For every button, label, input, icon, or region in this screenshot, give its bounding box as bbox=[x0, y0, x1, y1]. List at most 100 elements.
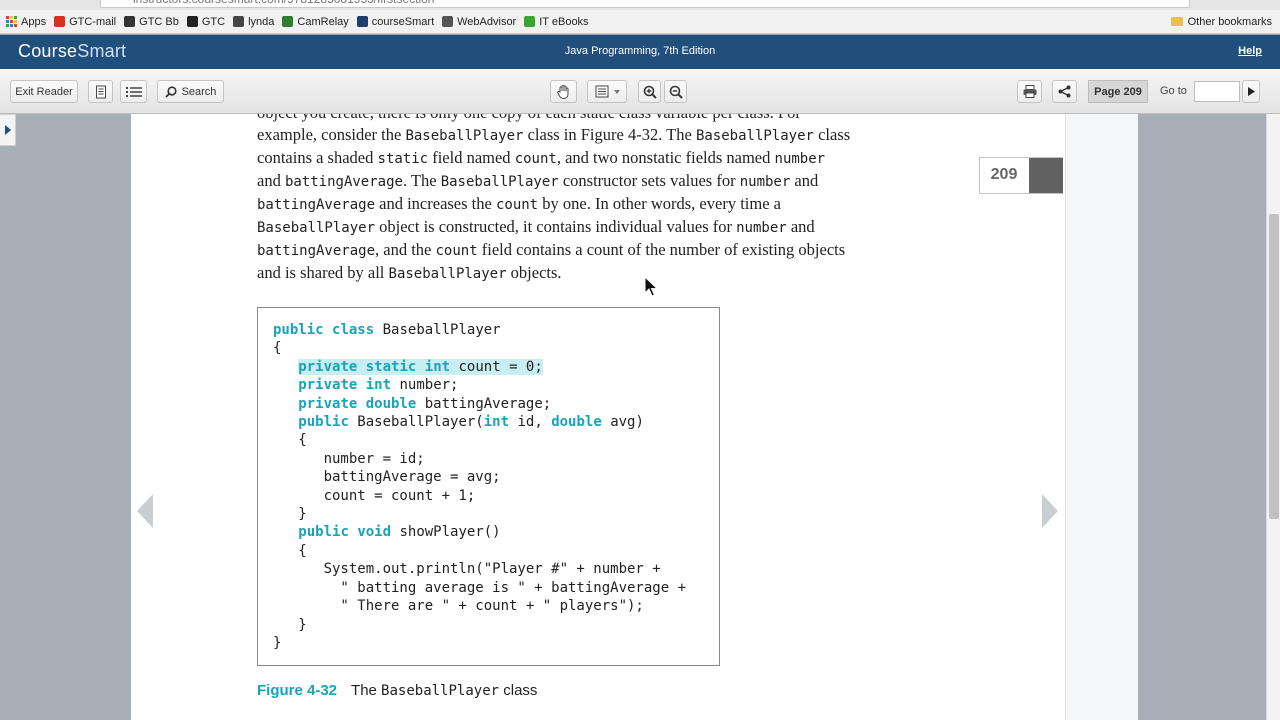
text-segment: and is shared by all bbox=[257, 263, 389, 282]
code-line: private static int count = 0; bbox=[273, 358, 686, 376]
caption-code: BaseballPlayer bbox=[381, 683, 500, 699]
bookmark-item[interactable]: CamRelay bbox=[282, 15, 349, 28]
text-segment: field contains a count of the number of … bbox=[477, 240, 846, 259]
zoom-in-button[interactable] bbox=[638, 80, 661, 103]
text-segment: and bbox=[790, 171, 819, 190]
bookmark-item[interactable]: lynda bbox=[233, 16, 274, 28]
bookmark-item[interactable]: WebAdvisor bbox=[442, 16, 516, 28]
text-segment: constructor sets values for bbox=[558, 171, 740, 190]
bookmark-item[interactable]: GTC-mail bbox=[54, 16, 116, 28]
scrollbar[interactable] bbox=[1266, 114, 1280, 720]
bookmark-favicon-icon bbox=[233, 16, 245, 27]
inline-code: count bbox=[495, 197, 539, 213]
code-line: battingAverage = avg; bbox=[273, 469, 501, 486]
text-segment: contains a shaded bbox=[257, 148, 378, 167]
code-line: public class BaseballPlayer bbox=[273, 322, 501, 338]
search-icon bbox=[164, 85, 177, 98]
page-view-button[interactable] bbox=[88, 80, 113, 103]
inline-code: battingAverage bbox=[284, 174, 403, 190]
paragraph-line: BaseballPlayer object is constructed, it… bbox=[257, 216, 957, 239]
page-number-box: 209 bbox=[979, 157, 1063, 194]
bookmark-label: lynda bbox=[248, 15, 275, 28]
goto-label: Go to bbox=[1160, 85, 1187, 97]
folder-icon bbox=[1170, 17, 1183, 26]
page-margin bbox=[1065, 114, 1138, 720]
bookmark-label: Apps bbox=[21, 15, 47, 28]
bookmark-favicon-icon bbox=[524, 16, 536, 27]
bookmark-item[interactable]: IT eBooks bbox=[524, 16, 589, 28]
book-title: Java Programming, 7th Edition bbox=[564, 45, 716, 57]
address-bar[interactable]: instructors.coursesmart.com/978128508195… bbox=[100, 0, 1190, 8]
inline-code: BaseballPlayer bbox=[257, 220, 376, 236]
code-line: { bbox=[273, 542, 307, 559]
paragraph-line: contains a shaded static field named cou… bbox=[257, 147, 957, 170]
figure-label: Figure 4-32 bbox=[257, 682, 338, 699]
help-link[interactable]: Help bbox=[1238, 45, 1262, 57]
goto-page-input[interactable] bbox=[1194, 81, 1240, 102]
inline-code: battingAverage bbox=[257, 243, 376, 259]
paragraph-line: battingAverage, and the count field cont… bbox=[257, 239, 957, 262]
text-segment: . The bbox=[402, 171, 441, 190]
text-segment: class bbox=[813, 125, 851, 144]
goto-button[interactable] bbox=[1242, 80, 1260, 103]
play-icon bbox=[1247, 87, 1255, 96]
bookmark-favicon-icon bbox=[356, 16, 368, 27]
search-button[interactable]: Search bbox=[157, 80, 224, 103]
other-bookmarks[interactable]: Other bookmarks bbox=[1170, 16, 1272, 28]
reader-toolbar: Exit Reader Search Page 209 Go to bbox=[0, 69, 1280, 114]
code-line: { bbox=[273, 432, 307, 449]
print-button[interactable] bbox=[1017, 80, 1042, 103]
text-segment: , and two nonstatic fields named bbox=[556, 148, 775, 167]
inline-code: static bbox=[377, 151, 429, 167]
text-segment: and increases the bbox=[375, 194, 496, 213]
mouse-cursor-icon bbox=[644, 276, 658, 297]
caption-post: class bbox=[499, 682, 538, 699]
share-icon bbox=[1058, 85, 1071, 98]
previous-page-arrow-icon[interactable] bbox=[137, 494, 153, 528]
text-segment: and bbox=[786, 217, 815, 236]
paragraph-line: and is shared by all BaseballPlayer obje… bbox=[257, 262, 957, 285]
exit-reader-button[interactable]: Exit Reader bbox=[10, 80, 78, 103]
chevron-down-icon bbox=[613, 89, 620, 94]
bookmark-label: GTC bbox=[201, 15, 226, 28]
code-listing: public class BaseballPlayer { private sta… bbox=[273, 321, 686, 652]
zoom-out-button[interactable] bbox=[664, 80, 687, 103]
zoom-out-icon bbox=[669, 85, 683, 99]
reader-area: object you create, there is only one cop… bbox=[0, 114, 1280, 720]
sidebar-toggle[interactable] bbox=[0, 114, 16, 146]
share-button[interactable] bbox=[1052, 80, 1077, 103]
scrollbar-thumb[interactable] bbox=[1269, 214, 1279, 519]
bookmark-label: courseSmart bbox=[371, 15, 435, 28]
next-page-arrow-icon[interactable] bbox=[1042, 494, 1058, 528]
bookmarks-bar: Apps GTC-mail GTC Bb GTC lynda CamRelay course… bbox=[0, 10, 1280, 34]
code-line: } bbox=[273, 634, 282, 651]
browser-address-bar-area: instructors.coursesmart.com/978128508195… bbox=[0, 0, 1280, 10]
bookmark-label: CamRelay bbox=[297, 15, 349, 28]
book-view-icon bbox=[595, 85, 608, 98]
inline-code: number bbox=[736, 220, 787, 236]
code-line: { bbox=[273, 340, 282, 357]
zoom-in-icon bbox=[643, 85, 657, 99]
bookmark-item[interactable]: courseSmart bbox=[356, 15, 435, 28]
inline-code: battingAverage bbox=[257, 197, 376, 213]
bookmark-item[interactable]: GTC bbox=[186, 15, 226, 28]
page-number: 209 bbox=[990, 166, 1018, 183]
list-icon bbox=[125, 86, 142, 97]
chevron-right-icon bbox=[4, 125, 11, 135]
code-line: } bbox=[273, 616, 307, 633]
bookmark-item[interactable]: GTC Bb bbox=[124, 16, 179, 28]
view-mode-dropdown[interactable] bbox=[587, 80, 627, 103]
toc-button[interactable] bbox=[120, 80, 147, 103]
search-label: Search bbox=[181, 85, 217, 98]
bookmark-favicon-icon bbox=[282, 16, 294, 27]
code-line: public void showPlayer() bbox=[298, 524, 501, 541]
inline-code: BaseballPlayer bbox=[405, 128, 524, 144]
bookmark-favicon-icon bbox=[442, 16, 454, 27]
code-line: } bbox=[273, 506, 307, 523]
code-line: number = id; bbox=[273, 450, 425, 467]
app-header: CourseSmart Java Programming, 7th Editio… bbox=[0, 35, 1280, 69]
pan-tool-button[interactable] bbox=[550, 80, 577, 103]
print-icon bbox=[1023, 85, 1036, 98]
bookmark-item[interactable]: Apps bbox=[6, 16, 46, 28]
text-segment: , and the bbox=[375, 240, 436, 259]
